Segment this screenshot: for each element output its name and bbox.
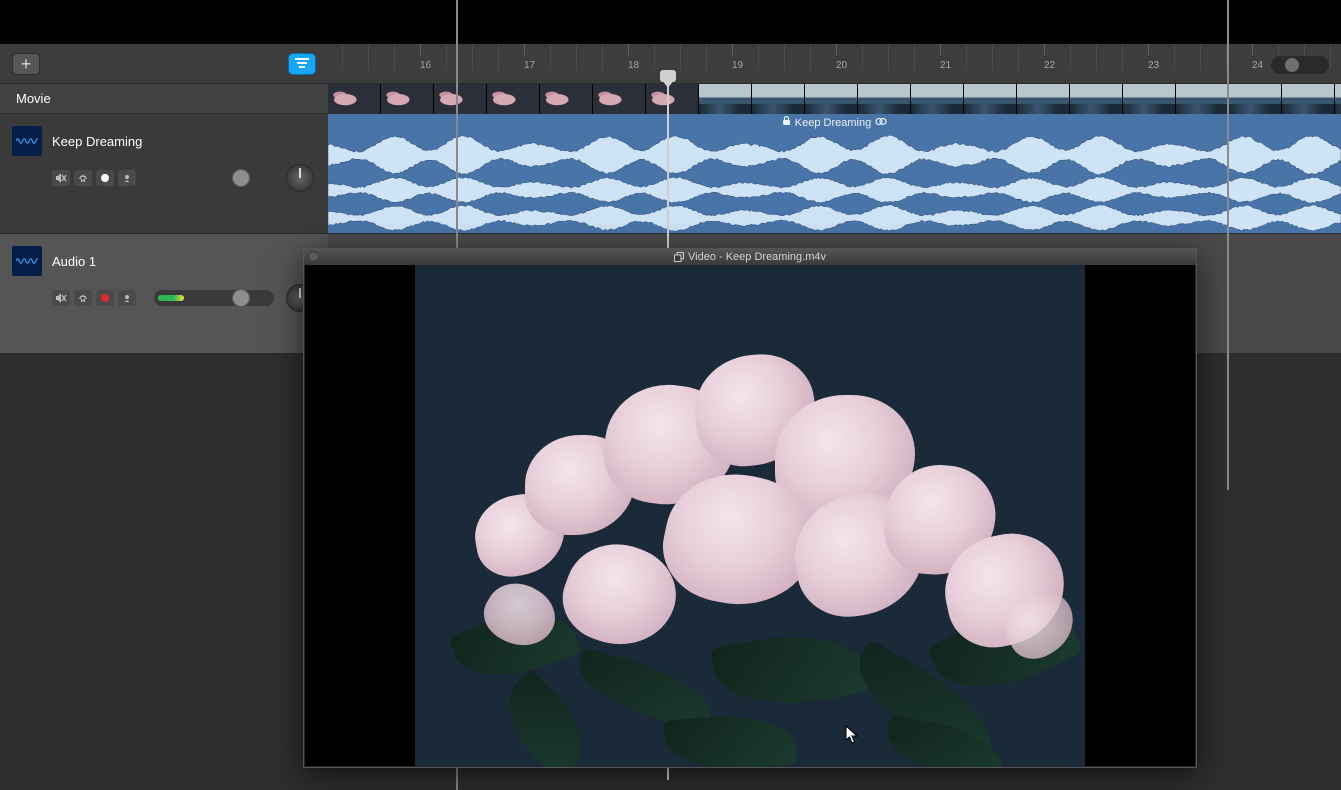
add-track-button[interactable]: + — [12, 53, 40, 75]
region-name: Keep Dreaming — [795, 117, 871, 129]
track-type-icon — [12, 126, 42, 156]
cycle-end-marker[interactable] — [1227, 0, 1229, 490]
video-window-title: Video - Keep Dreaming.m4v — [674, 251, 826, 263]
track-row[interactable]: Keep Dreaming — [0, 114, 328, 234]
solo-button[interactable] — [74, 290, 92, 306]
volume-slider[interactable] — [154, 290, 274, 306]
snap-filter-button[interactable] — [288, 53, 316, 75]
audio-region[interactable]: Keep Dreaming — [328, 114, 1341, 233]
volume-thumb[interactable] — [232, 289, 250, 307]
top-blackbar — [0, 0, 1341, 44]
zoom-knob[interactable] — [1285, 58, 1299, 72]
track-sidebar: Movie Keep Dreaming Audio 1 — [0, 84, 328, 354]
audio-lane[interactable]: Keep Dreaming — [328, 114, 1341, 234]
track-name-label: Audio 1 — [52, 254, 96, 269]
video-preview-window[interactable]: Video - Keep Dreaming.m4v — [303, 248, 1197, 768]
volume-thumb[interactable] — [232, 169, 250, 187]
mute-button[interactable] — [52, 170, 70, 186]
movie-track-header[interactable]: Movie — [0, 84, 328, 114]
volume-slider[interactable] — [154, 170, 274, 186]
cursor-icon — [845, 725, 859, 745]
region-label: Keep Dreaming — [328, 116, 1341, 129]
input-monitor-button[interactable] — [118, 290, 136, 306]
track-row[interactable]: Audio 1 — [0, 234, 328, 354]
loop-icon — [875, 117, 887, 129]
input-monitor-button[interactable] — [118, 170, 136, 186]
lock-icon — [782, 116, 791, 129]
record-enable-button[interactable] — [96, 170, 114, 186]
popout-icon — [674, 252, 684, 262]
track-type-icon — [12, 246, 42, 276]
video-frame — [415, 265, 1085, 767]
solo-button[interactable] — [74, 170, 92, 186]
mute-button[interactable] — [52, 290, 70, 306]
video-window-titlebar[interactable]: Video - Keep Dreaming.m4v — [304, 249, 1196, 265]
track-name-label: Keep Dreaming — [52, 134, 142, 149]
zoom-slider[interactable] — [1271, 56, 1329, 74]
movie-lane[interactable] — [328, 84, 1341, 114]
timeline-ruler[interactable]: 15161718192021222324 — [328, 44, 1341, 84]
filter-icon — [295, 58, 309, 69]
close-icon[interactable] — [308, 251, 319, 262]
track-header-controls: + — [0, 44, 328, 84]
pan-knob[interactable] — [286, 164, 314, 192]
record-enable-button[interactable] — [96, 290, 114, 306]
video-frame-area — [305, 265, 1195, 766]
timeline-header: + 15161718192021222324 — [0, 44, 1341, 84]
